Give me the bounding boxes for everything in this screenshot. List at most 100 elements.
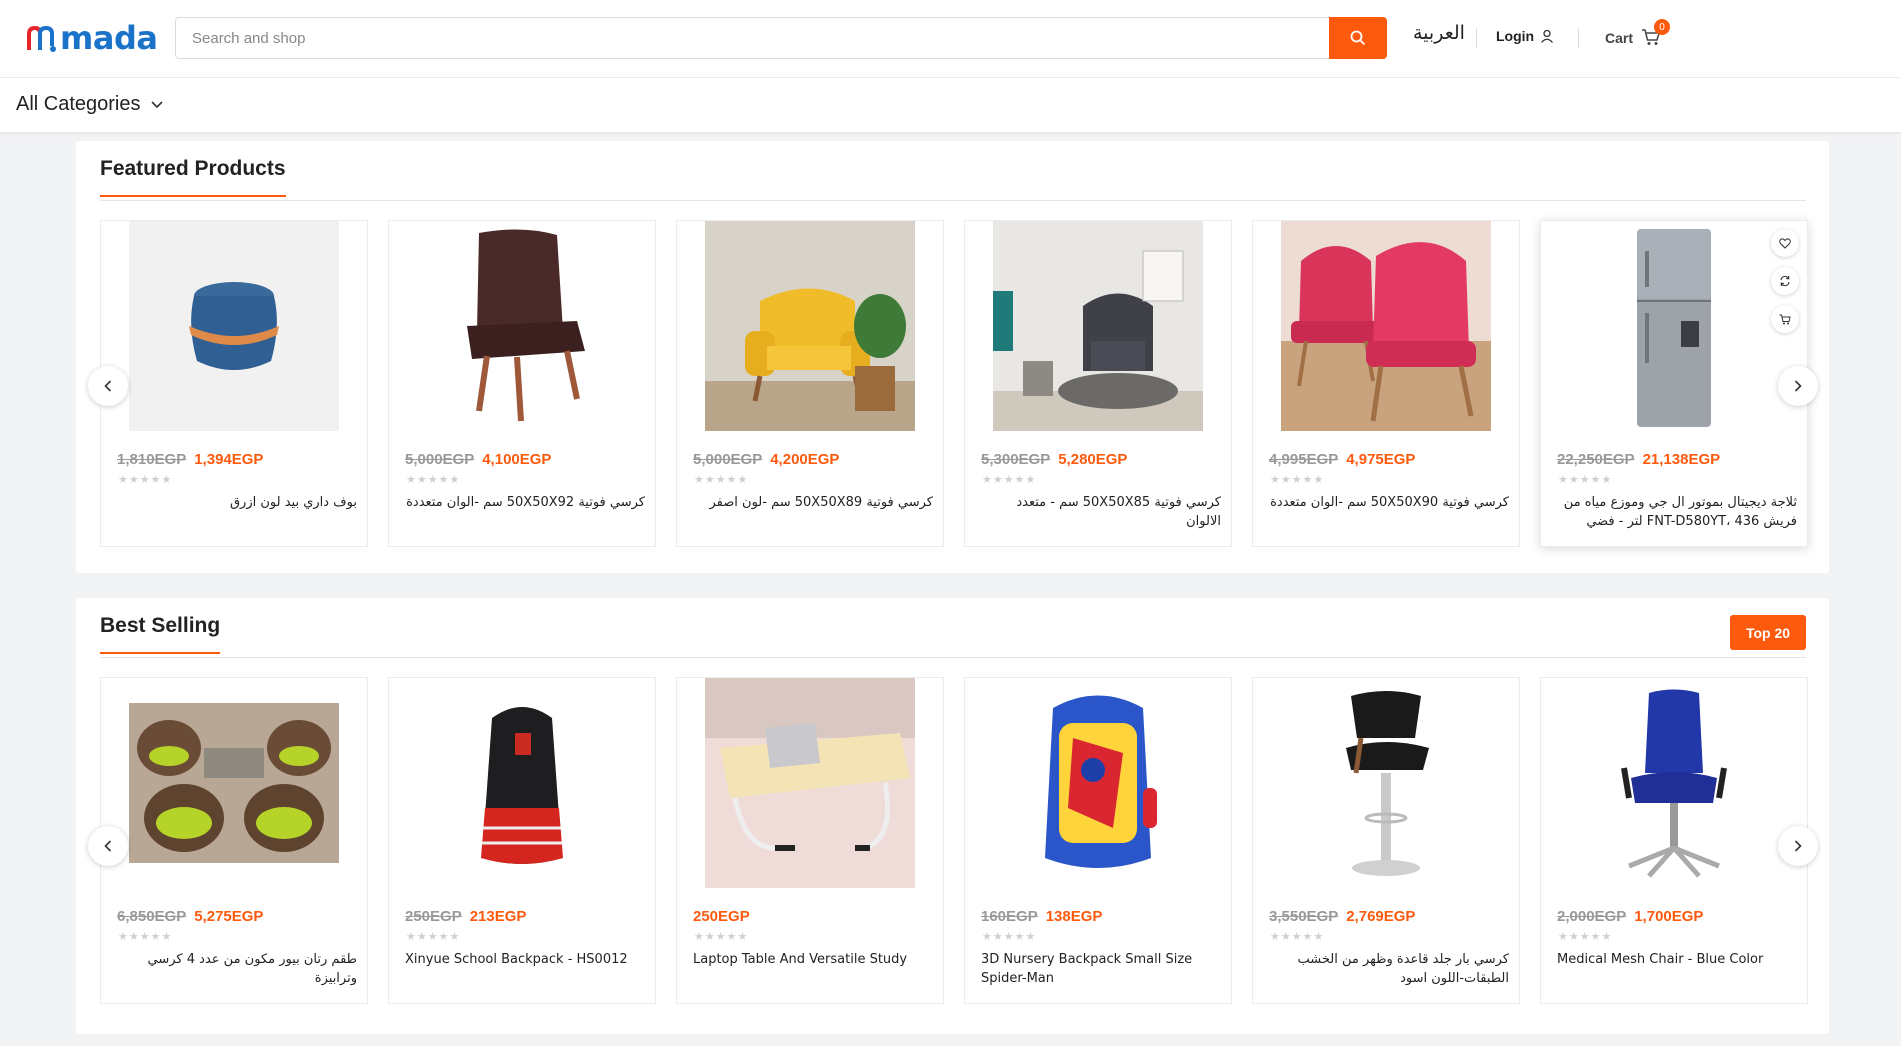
laptop-table-image: [705, 678, 915, 888]
carousel-next-button[interactable]: [1778, 826, 1818, 866]
top-20-button[interactable]: Top 20: [1730, 615, 1806, 650]
compare-button[interactable]: [1771, 267, 1799, 295]
product-image[interactable]: [1281, 221, 1491, 431]
product-name[interactable]: Medical Mesh Chair - Blue Color: [1557, 950, 1797, 969]
card-quick-actions: [1771, 229, 1799, 333]
rating-stars: ★★★★★: [1270, 474, 1325, 486]
price-row: 2,000EGP 1,700EGP: [1557, 908, 1703, 925]
product-carousel: 6,850EGP 5,275EGP ★★★★★ طقم رتان بيور مكو…: [100, 677, 1810, 1004]
product-image[interactable]: [993, 221, 1203, 431]
wishlist-button[interactable]: [1771, 229, 1799, 257]
heart-icon: [1779, 237, 1791, 249]
product-image[interactable]: [1281, 678, 1491, 888]
product-name[interactable]: Xinyue School Backpack - HS0012: [405, 950, 645, 969]
current-price: 4,975EGP: [1346, 451, 1416, 468]
language-switch[interactable]: العربية: [1413, 22, 1465, 44]
product-card[interactable]: 160EGP 138EGP ★★★★★ 3D Nursery Backpack S…: [964, 677, 1232, 1004]
add-to-cart-button[interactable]: [1771, 305, 1799, 333]
chevron-left-icon: [104, 380, 112, 392]
section-title: Best Selling: [100, 614, 221, 654]
old-price: 2,000EGP: [1557, 908, 1627, 925]
chevron-right-icon: [1794, 380, 1802, 392]
best-selling-section: Best Selling Top 20 6,850EGP 5,275EGP ★★…: [76, 598, 1829, 1034]
rating-stars: ★★★★★: [406, 474, 461, 486]
login-link[interactable]: Login: [1496, 28, 1554, 44]
all-categories-label: All Categories: [16, 93, 141, 115]
price-row: 1,810EGP 1,394EGP: [117, 451, 263, 468]
product-card[interactable]: 22,250EGP 21,138EGP ★★★★★ ثلاجة ديجيتال ب…: [1540, 220, 1808, 547]
product-name[interactable]: بوف داري بيد لون ازرق: [117, 493, 357, 512]
search-input[interactable]: [175, 17, 1329, 59]
product-card[interactable]: 5,000EGP 4,200EGP ★★★★★ كرسي فوتية 50X50X…: [676, 220, 944, 547]
chevron-right-icon: [1794, 840, 1802, 852]
chevron-down-icon: [150, 100, 163, 108]
product-image[interactable]: [1569, 678, 1779, 888]
bar-stool-image: [1281, 678, 1491, 888]
old-price: 5,000EGP: [405, 451, 475, 468]
product-card[interactable]: 250EGP ★★★★★ Laptop Table And Versatile …: [676, 677, 944, 1004]
pink-chairs-image: [1281, 221, 1491, 431]
old-price: 22,250EGP: [1557, 451, 1635, 468]
price-row: 22,250EGP 21,138EGP: [1557, 451, 1720, 468]
rating-stars: ★★★★★: [118, 474, 173, 486]
cart-icon-wrap: 0: [1641, 19, 1671, 48]
header-divider: [1578, 28, 1579, 48]
all-categories-dropdown[interactable]: All Categories: [16, 93, 163, 116]
product-card[interactable]: 6,850EGP 5,275EGP ★★★★★ طقم رتان بيور مكو…: [100, 677, 368, 1004]
product-image[interactable]: [129, 678, 339, 888]
product-card[interactable]: 3,550EGP 2,769EGP ★★★★★ كرسي بار جلد قاعد…: [1252, 677, 1520, 1004]
product-card[interactable]: 1,810EGP 1,394EGP ★★★★★ بوف داري بيد لون …: [100, 220, 368, 547]
search-bar: [175, 17, 1387, 59]
current-price: 138EGP: [1045, 908, 1103, 925]
product-image[interactable]: [993, 678, 1203, 888]
section-title: Featured Products: [100, 157, 286, 197]
carousel-prev-button[interactable]: [88, 366, 128, 406]
rattan-set-image: [129, 678, 339, 888]
current-price: 5,280EGP: [1058, 451, 1128, 468]
product-image[interactable]: [417, 678, 627, 888]
blue-office-chair-image: [1569, 678, 1779, 888]
current-price: 1,394EGP: [194, 451, 264, 468]
cart-link[interactable]: Cart 0: [1605, 19, 1671, 48]
product-name[interactable]: كرسي فوتية 50X50X85 سم - متعدد الالوان: [981, 493, 1221, 531]
product-name[interactable]: كرسي بار جلد قاعدة وظهر من الخشب الطبقات…: [1269, 950, 1509, 988]
product-name[interactable]: 3D Nursery Backpack Small Size Spider-Ma…: [981, 950, 1221, 988]
product-name[interactable]: ثلاجة ديجيتال بموتور ال جي وموزع مياه من…: [1557, 493, 1797, 531]
current-price: 1,700EGP: [1634, 908, 1704, 925]
product-image[interactable]: [129, 221, 339, 431]
current-price: 4,200EGP: [770, 451, 840, 468]
search-button[interactable]: [1329, 17, 1387, 59]
product-image[interactable]: [705, 678, 915, 888]
price-row: 5,000EGP 4,100EGP: [405, 451, 551, 468]
section-header: Featured Products: [100, 141, 1806, 201]
price-row: 160EGP 138EGP: [981, 908, 1102, 925]
silver-fridge-image: [1569, 221, 1779, 431]
product-image[interactable]: [1569, 221, 1779, 431]
old-price: 4,995EGP: [1269, 451, 1339, 468]
product-image[interactable]: [705, 221, 915, 431]
site-logo[interactable]: mada: [26, 18, 158, 58]
product-card[interactable]: 250EGP 213EGP ★★★★★ Xinyue School Backpac…: [388, 677, 656, 1004]
carousel-prev-button[interactable]: [88, 826, 128, 866]
product-name[interactable]: كرسي فوتية 50X50X92 سم -الوان متعددة: [405, 493, 645, 512]
product-card[interactable]: 5,000EGP 4,100EGP ★★★★★ كرسي فوتية 50X50X…: [388, 220, 656, 547]
rating-stars: ★★★★★: [406, 931, 461, 943]
price-row: 250EGP: [693, 908, 750, 925]
product-card[interactable]: 4,995EGP 4,975EGP ★★★★★ كرسي فوتية 50X50X…: [1252, 220, 1520, 547]
old-price: 1,810EGP: [117, 451, 187, 468]
rating-stars: ★★★★★: [118, 931, 173, 943]
rating-stars: ★★★★★: [1558, 931, 1613, 943]
product-image[interactable]: [417, 221, 627, 431]
top-header: mada العربية Login Cart 0: [0, 0, 1901, 78]
rating-stars: ★★★★★: [982, 474, 1037, 486]
login-label: Login: [1496, 28, 1535, 44]
product-name[interactable]: كرسي فوتية 50X50X90 سم -الوان متعددة: [1269, 493, 1509, 512]
product-card[interactable]: 2,000EGP 1,700EGP ★★★★★ Medical Mesh Chai…: [1540, 677, 1808, 1004]
product-name[interactable]: Laptop Table And Versatile Study: [693, 950, 933, 969]
product-card[interactable]: 5,300EGP 5,280EGP ★★★★★ كرسي فوتية 50X50X…: [964, 220, 1232, 547]
product-name[interactable]: كرسي فوتية 50X50X89 سم -لون اصفر: [693, 493, 934, 512]
product-name[interactable]: طقم رتان بيور مكون من عدد 4 كرسي وترابيز…: [117, 950, 357, 988]
carousel-next-button[interactable]: [1778, 366, 1818, 406]
price-row: 5,300EGP 5,280EGP: [981, 451, 1127, 468]
section-header: Best Selling Top 20: [100, 598, 1806, 658]
